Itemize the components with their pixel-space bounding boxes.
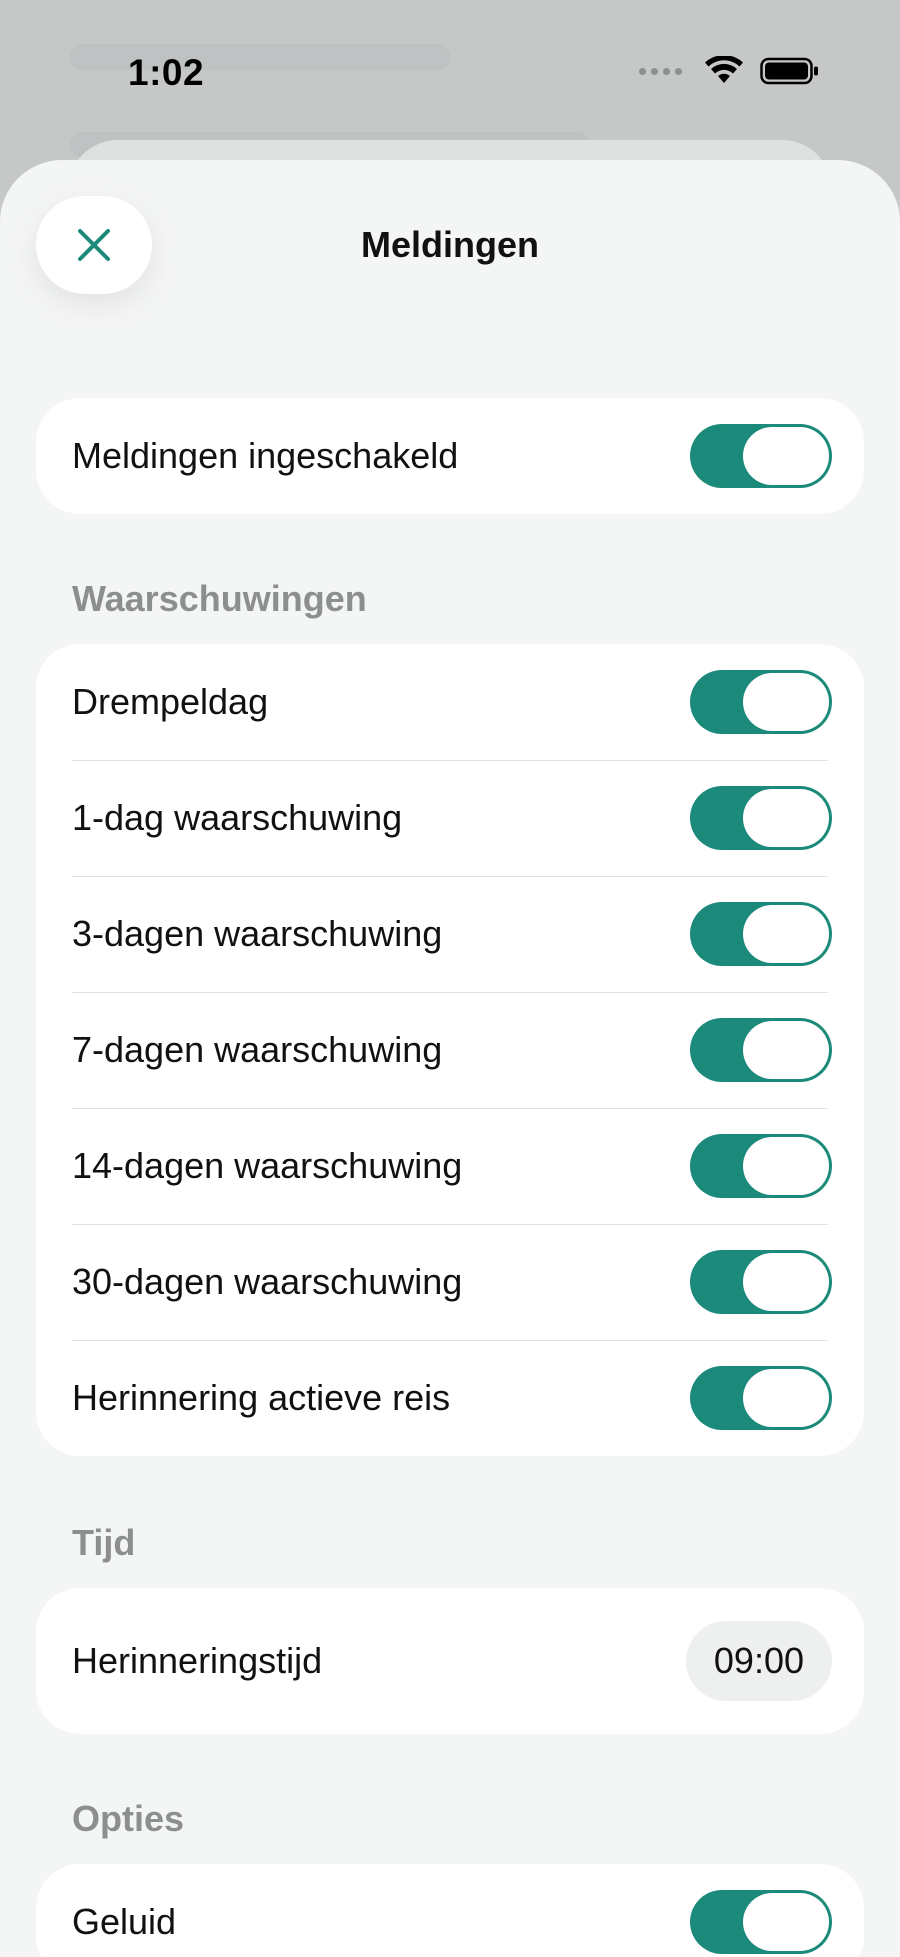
warning-row-14-days: 14-dagen waarschuwing xyxy=(36,1108,864,1224)
options-section-header: Opties xyxy=(72,1798,185,1839)
battery-icon xyxy=(760,57,818,85)
warning-label: Herinnering actieve reis xyxy=(72,1377,451,1418)
status-bar: 1:02 xyxy=(0,0,900,140)
30-days-warning-toggle[interactable] xyxy=(690,1250,832,1314)
warnings-section-header: Waarschuwingen xyxy=(72,578,367,619)
status-time: 1:02 xyxy=(128,52,205,93)
warning-label: Drempeldag xyxy=(72,681,269,722)
notifications-sheet: Meldingen Meldingen ingeschakeld Waarsch… xyxy=(0,160,900,1957)
options-card: Geluid xyxy=(36,1864,864,1957)
warning-row-7-days: 7-dagen waarschuwing xyxy=(36,992,864,1108)
master-toggle-row: Meldingen ingeschakeld xyxy=(36,398,864,514)
option-row-sound: Geluid xyxy=(36,1864,864,1957)
3-days-warning-toggle[interactable] xyxy=(690,902,832,966)
warning-row-3-days: 3-dagen waarschuwing xyxy=(36,876,864,992)
master-card: Meldingen ingeschakeld xyxy=(36,398,864,514)
warning-label: 7-dagen waarschuwing xyxy=(72,1029,443,1070)
warning-label: 3-dagen waarschuwing xyxy=(72,913,443,954)
reminder-time-row: Herinneringstijd 09:00 xyxy=(36,1588,864,1734)
warning-row-1-day: 1-dag waarschuwing xyxy=(36,760,864,876)
master-toggle-label: Meldingen ingeschakeld xyxy=(72,435,459,476)
warning-row-threshold-day: Drempeldag xyxy=(36,644,864,760)
warnings-card: Drempeldag 1-dag waarschuwing 3-dagen wa… xyxy=(36,644,864,1456)
threshold-day-toggle[interactable] xyxy=(690,670,832,734)
warning-row-30-days: 30-dagen waarschuwing xyxy=(36,1224,864,1340)
sound-toggle[interactable] xyxy=(690,1890,832,1954)
status-icons xyxy=(639,56,820,86)
7-days-warning-toggle[interactable] xyxy=(690,1018,832,1082)
14-days-warning-toggle[interactable] xyxy=(690,1134,832,1198)
reminder-time-picker[interactable]: 09:00 xyxy=(685,1621,832,1701)
warning-label: 30-dagen waarschuwing xyxy=(72,1261,463,1302)
cellular-signal-icon xyxy=(639,67,682,75)
active-trip-reminder-toggle[interactable] xyxy=(690,1366,832,1430)
wifi-icon xyxy=(705,56,743,83)
sheet-title: Meldingen xyxy=(361,224,539,265)
time-section-header: Tijd xyxy=(72,1522,136,1563)
time-card: Herinneringstijd 09:00 xyxy=(36,1588,864,1734)
option-label: Geluid xyxy=(72,1901,177,1942)
reminder-time-label: Herinneringstijd xyxy=(72,1640,323,1681)
warning-label: 14-dagen waarschuwing xyxy=(72,1145,463,1186)
notifications-enabled-toggle[interactable] xyxy=(690,424,832,488)
warning-row-active-trip: Herinnering actieve reis xyxy=(36,1340,864,1456)
warning-label: 1-dag waarschuwing xyxy=(72,797,403,838)
1-day-warning-toggle[interactable] xyxy=(690,786,832,850)
